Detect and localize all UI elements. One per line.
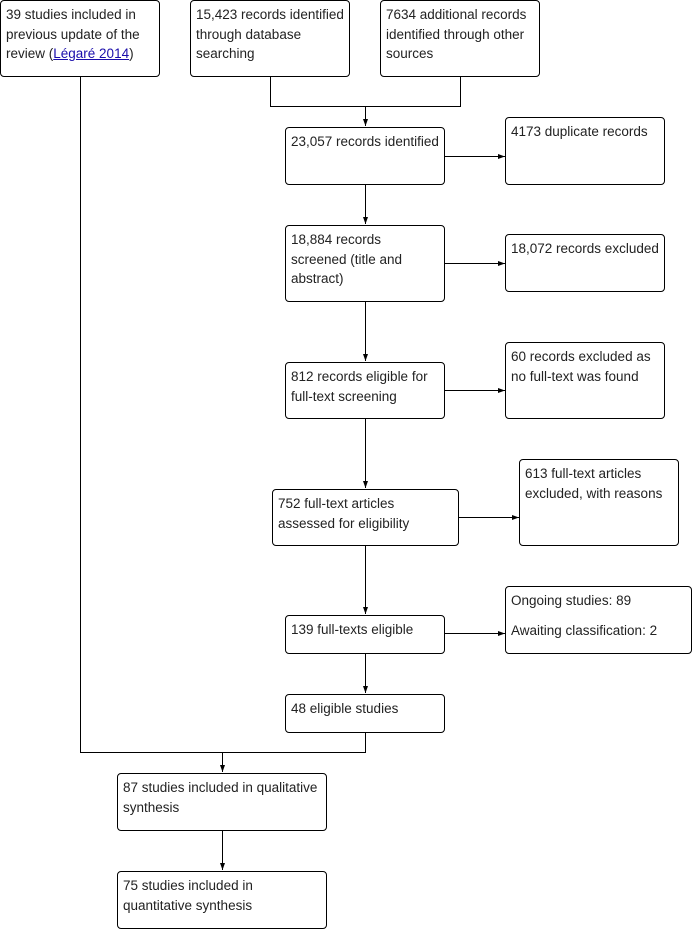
excluded-reasons-text: 613 full-text articles excluded, with re… bbox=[525, 466, 663, 501]
box-excluded-reasons: 613 full-text articles excluded, with re… bbox=[519, 459, 679, 546]
database-search-text: 15,423 records identified through databa… bbox=[196, 7, 344, 61]
other-sources-text: 7634 additional records identified throu… bbox=[386, 7, 527, 61]
ongoing-text: Ongoing studies: 89 bbox=[511, 593, 632, 608]
box-qualitative: 87 studies included in qualitative synth… bbox=[117, 773, 327, 831]
box-excluded-screen: 18,072 records excluded bbox=[505, 234, 665, 292]
box-assessed: 752 full-text articles assessed for elig… bbox=[272, 489, 459, 546]
box-duplicates: 4173 duplicate records bbox=[505, 117, 665, 185]
box-database-search: 15,423 records identified through databa… bbox=[190, 0, 350, 77]
fulltexts-eligible-text: 139 full-texts eligible bbox=[291, 622, 414, 637]
box-fulltexts-eligible: 139 full-texts eligible bbox=[285, 615, 445, 654]
box-no-fulltext: 60 records excluded as no full-text was … bbox=[505, 342, 665, 419]
box-quantitative: 75 studies included in quantitative synt… bbox=[117, 871, 327, 929]
quantitative-text: 75 studies included in quantitative synt… bbox=[123, 878, 253, 913]
legare-2014-link[interactable]: Légaré 2014 bbox=[53, 46, 129, 61]
screened-text: 18,884 records screened (title and abstr… bbox=[291, 232, 403, 286]
merge-line-top bbox=[270, 76, 461, 107]
qualitative-text: 87 studies included in qualitative synth… bbox=[123, 780, 318, 815]
box-screened: 18,884 records screened (title and abstr… bbox=[285, 225, 445, 302]
box-eligible-studies: 48 eligible studies bbox=[285, 694, 445, 733]
box-previous-update: 39 studies included in previous update o… bbox=[0, 0, 160, 77]
eligible-studies-text: 48 eligible studies bbox=[291, 701, 399, 716]
identified-text: 23,057 records identified bbox=[291, 134, 439, 149]
box-other-sources: 7634 additional records identified throu… bbox=[380, 0, 540, 77]
box-ongoing-awaiting: Ongoing studies: 89 Awaiting classificat… bbox=[505, 586, 692, 654]
assessed-text: 752 full-text articles assessed for elig… bbox=[278, 496, 410, 531]
previous-update-suffix: ) bbox=[129, 46, 134, 61]
eligible-fulltext-screening-text: 812 records eligible for full-text scree… bbox=[291, 369, 428, 404]
excluded-screen-text: 18,072 records excluded bbox=[511, 241, 659, 256]
no-fulltext-text: 60 records excluded as no full-text was … bbox=[511, 349, 651, 384]
box-eligible-fulltext-screening: 812 records eligible for full-text scree… bbox=[285, 362, 445, 419]
box-identified: 23,057 records identified bbox=[285, 127, 445, 185]
duplicates-text: 4173 duplicate records bbox=[511, 124, 648, 139]
awaiting-text: Awaiting classification: 2 bbox=[511, 622, 658, 638]
